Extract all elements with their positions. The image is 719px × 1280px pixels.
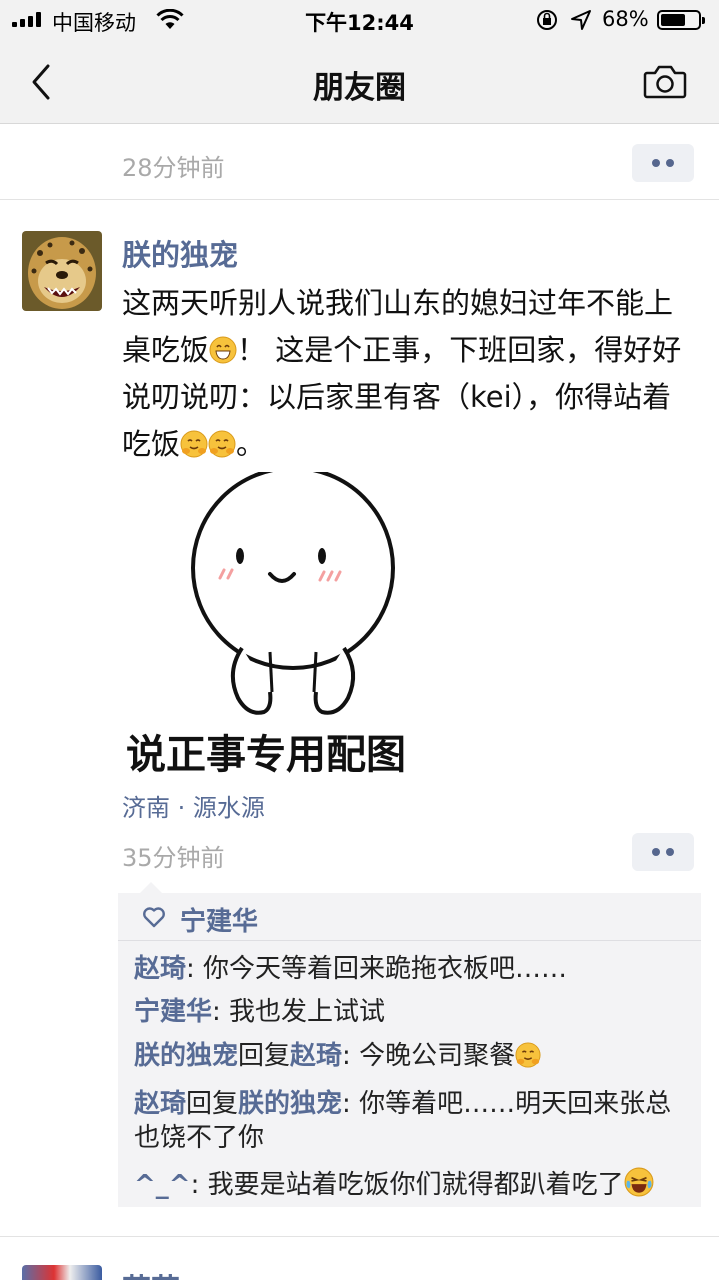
rotation-lock-icon: [537, 10, 557, 30]
hug-emoji-icon: [515, 1042, 541, 1068]
author-avatar[interactable]: [22, 231, 102, 311]
reply-word: 回复: [238, 1041, 291, 1071]
comment-author[interactable]: 赵琦: [134, 1089, 186, 1119]
comment-text: : 你今天等着回来跪拖衣板吧……: [186, 954, 568, 984]
comment-author[interactable]: 朕的独宠: [134, 1041, 238, 1071]
likes-row: 宁建华: [118, 893, 701, 941]
post-location[interactable]: 济南 · 源水源: [122, 788, 265, 823]
reply-word: 回复: [186, 1089, 239, 1119]
meme-caption: 说正事专用配图: [126, 732, 406, 774]
comments-box: 宁建华 赵琦: 你今天等着回来跪拖衣板吧…… 宁建华: 我也发上试试 朕的独宠回…: [118, 882, 701, 1207]
comment-text: : 我也发上试试: [212, 997, 386, 1027]
comment-item[interactable]: 赵琦: 你今天等着回来跪拖衣板吧……: [134, 952, 689, 986]
comment-item[interactable]: 宁建华: 我也发上试试: [134, 995, 689, 1029]
battery-fill: [661, 14, 685, 26]
post-author-name[interactable]: 朕的独宠: [122, 232, 238, 274]
battery-icon: [657, 10, 705, 30]
location-arrow-icon: [571, 10, 591, 30]
comment-item[interactable]: 赵琦回复朕的独宠: 你等着吧……明天回来张总也饶不了你: [134, 1087, 689, 1155]
post-image[interactable]: 说正事专用配图: [122, 466, 462, 778]
camera-button[interactable]: [640, 62, 690, 102]
comment-author[interactable]: 宁建华: [134, 997, 212, 1027]
page-title: 朋友圈: [313, 70, 406, 106]
comment-text: : 今晚公司聚餐: [342, 1041, 516, 1071]
battery-percent: 68%: [602, 7, 649, 31]
post-divider: [0, 1236, 719, 1237]
comment-item[interactable]: 朕的独宠回复赵琦: 今晚公司聚餐: [134, 1039, 689, 1073]
top-bar: 中国移动 下午12:44 68% 朋友圈: [0, 0, 719, 124]
next-post-author[interactable]: 花花: [122, 1266, 180, 1280]
post-divider: [0, 199, 719, 200]
status-bar: 中国移动 下午12:44 68%: [0, 0, 719, 40]
reply-target[interactable]: 朕的独宠: [238, 1089, 342, 1119]
hug-emoji-icon: [208, 430, 236, 458]
meme-illustration: 说正事专用配图: [122, 466, 462, 778]
comment-item[interactable]: ^_^: 我要是站着吃饭你们就得都趴着吃了: [134, 1167, 689, 1202]
post-time: 35分钟前: [122, 844, 225, 872]
next-post-avatar[interactable]: [22, 1265, 102, 1280]
hug-emoji-icon: [180, 430, 208, 458]
grin-emoji-icon: [209, 336, 237, 364]
comment-text: : 我要是站着吃饭你们就得都趴着吃了: [190, 1170, 624, 1200]
chevron-left-icon: [32, 64, 50, 100]
like-user-name[interactable]: 宁建华: [180, 901, 258, 938]
reply-target[interactable]: 赵琦: [290, 1041, 342, 1071]
comment-author[interactable]: 赵琦: [134, 954, 186, 984]
post-text-part: 。: [236, 427, 266, 461]
post-more-button[interactable]: [632, 833, 694, 871]
prev-post-time: 28分钟前: [122, 154, 225, 182]
heart-icon: [143, 907, 165, 928]
camera-icon: [643, 65, 687, 99]
post-text: 这两天听别人说我们山东的媳妇过年不能上桌吃饭！ 这是个正事，下班回家，得好好说叨…: [122, 280, 697, 468]
laugh-cry-emoji-icon: [624, 1167, 654, 1197]
back-button[interactable]: [22, 58, 62, 106]
cheetah-avatar-image: [22, 231, 102, 311]
comment-author[interactable]: ^_^: [134, 1170, 191, 1200]
prev-post-more-button[interactable]: [632, 144, 694, 182]
